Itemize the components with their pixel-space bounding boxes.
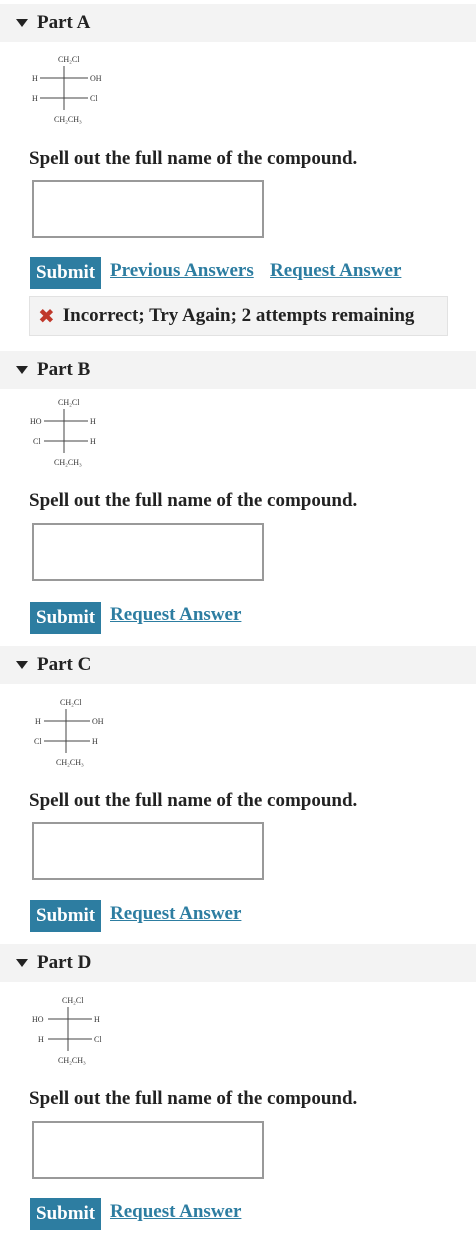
- feedback-text: Incorrect; Try Again; 2 attempts remaini…: [62, 305, 415, 326]
- answer-input[interactable]: [32, 1121, 264, 1179]
- previous-answers-link[interactable]: Previous Answers: [110, 260, 254, 282]
- caret-down-icon: [16, 959, 28, 967]
- fischer-r2-left: H: [32, 94, 38, 103]
- fischer-r2-right: H: [92, 737, 98, 746]
- part-b-header[interactable]: Part B: [0, 351, 476, 389]
- fischer-projection-a: CH₂Cl H OH H Cl CH₂CH₃: [30, 52, 110, 133]
- x-icon: ✖: [38, 304, 55, 328]
- fischer-r2-right: Cl: [90, 94, 98, 103]
- request-answer-link[interactable]: Request Answer: [110, 1201, 241, 1223]
- request-answer-link[interactable]: Request Answer: [110, 604, 241, 626]
- caret-down-icon: [16, 661, 28, 669]
- part-a-header[interactable]: Part A: [0, 4, 476, 42]
- fischer-bottom: CH₂CH₃: [58, 1056, 86, 1065]
- fischer-projection-c: CH₂Cl H OH Cl H CH₂CH₃: [32, 695, 112, 776]
- submit-button[interactable]: Submit: [30, 257, 102, 289]
- fischer-top: CH₂Cl: [58, 55, 80, 64]
- part-title: Part A: [37, 12, 91, 33]
- fischer-r1-right: OH: [90, 74, 102, 83]
- fischer-r1-right: H: [94, 1015, 100, 1024]
- fischer-top: CH₂Cl: [60, 698, 82, 707]
- part-c-header[interactable]: Part C: [0, 646, 476, 684]
- answer-input[interactable]: [32, 822, 264, 880]
- question-prompt: Spell out the full name of the compound.: [29, 490, 358, 511]
- fischer-r1-right: OH: [92, 717, 104, 726]
- answer-input[interactable]: [32, 180, 264, 238]
- submit-button[interactable]: Submit: [30, 1198, 102, 1230]
- fischer-r1-left: HO: [30, 417, 42, 426]
- fischer-top: CH₂Cl: [62, 996, 84, 1005]
- fischer-projection-d: CH₂Cl HO H H Cl CH₂CH₃: [32, 993, 112, 1074]
- fischer-r2-left: H: [38, 1035, 44, 1044]
- request-answer-link[interactable]: Request Answer: [110, 903, 241, 925]
- fischer-r2-right: Cl: [94, 1035, 102, 1044]
- fischer-bottom: CH₂CH₃: [54, 115, 82, 124]
- fischer-projection-b: CH₂Cl HO H Cl H CH₂CH₃: [30, 395, 110, 476]
- question-prompt: Spell out the full name of the compound.: [29, 1088, 358, 1109]
- fischer-r2-left: Cl: [33, 437, 41, 446]
- caret-down-icon: [16, 19, 28, 27]
- question-prompt: Spell out the full name of the compound.: [29, 148, 358, 169]
- fischer-top: CH₂Cl: [58, 398, 80, 407]
- fischer-r2-right: H: [90, 437, 96, 446]
- submit-button[interactable]: Submit: [30, 602, 102, 634]
- fischer-r2-left: Cl: [34, 737, 42, 746]
- request-answer-link[interactable]: Request Answer: [270, 260, 401, 282]
- answer-input[interactable]: [32, 523, 264, 581]
- part-title: Part D: [37, 952, 92, 973]
- part-title: Part C: [37, 654, 92, 675]
- fischer-bottom: CH₂CH₃: [54, 458, 82, 467]
- feedback-banner: ✖ Incorrect; Try Again; 2 attempts remai…: [29, 296, 448, 336]
- part-title: Part B: [37, 359, 91, 380]
- part-d-header[interactable]: Part D: [0, 944, 476, 982]
- submit-button[interactable]: Submit: [30, 900, 102, 932]
- fischer-r1-right: H: [90, 417, 96, 426]
- question-prompt: Spell out the full name of the compound.: [29, 790, 358, 811]
- caret-down-icon: [16, 366, 28, 374]
- fischer-r1-left: HO: [32, 1015, 44, 1024]
- fischer-r1-left: H: [32, 74, 38, 83]
- fischer-bottom: CH₂CH₃: [56, 758, 84, 767]
- fischer-r1-left: H: [35, 717, 41, 726]
